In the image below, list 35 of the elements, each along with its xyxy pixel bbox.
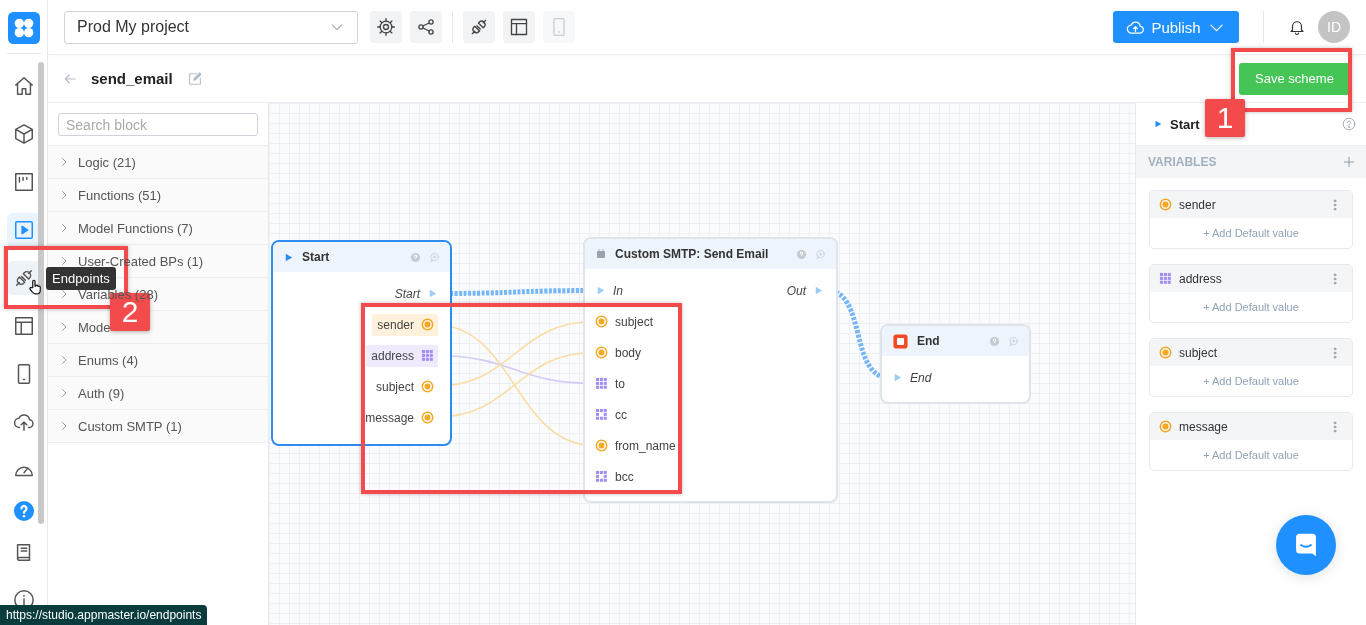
group-label: Custom SMTP (1): [78, 418, 182, 434]
port-label: sender: [377, 317, 414, 332]
port-label: to: [615, 376, 625, 391]
section-title: VARIABLES: [1148, 155, 1217, 169]
port-label: bcc: [615, 469, 634, 484]
step-number-tooltip: 1: [1205, 99, 1245, 137]
port-label: subject: [375, 379, 414, 394]
port-label: address: [371, 348, 414, 363]
node-title: Start: [302, 250, 330, 264]
variable-name: message: [1179, 419, 1228, 434]
port-label: subject: [615, 314, 654, 329]
group-label: Enums (4): [78, 352, 138, 368]
group-label: Mode: [78, 319, 111, 335]
node-title: End: [917, 334, 940, 348]
endpoints-tooltip: Endpoints: [46, 267, 116, 290]
link-preview-tooltip: https://studio.appmaster.io/endpoints: [0, 605, 208, 625]
variable-name: subject: [1179, 345, 1218, 360]
port-label: body: [615, 345, 642, 360]
port-label: message: [365, 410, 414, 425]
project-name: Prod My project: [77, 18, 191, 36]
page-title: send_email: [91, 70, 173, 87]
group-label: Auth (9): [78, 385, 125, 401]
panel-title: Start: [1170, 116, 1200, 132]
exec-label: Start: [394, 286, 420, 301]
exec-label: End: [910, 370, 932, 385]
port-label: from_name: [615, 438, 676, 453]
node-title: Custom SMTP: Send Email: [615, 247, 769, 261]
group-label: Functions (51): [78, 187, 162, 203]
variable-name: sender: [1179, 197, 1216, 212]
group-label: Logic (21): [78, 154, 136, 170]
exec-label: In: [613, 283, 623, 298]
variable-name: address: [1179, 271, 1222, 286]
exec-label: Out: [786, 283, 806, 298]
port-label: cc: [615, 407, 627, 422]
group-label: Model Functions (7): [78, 220, 193, 236]
